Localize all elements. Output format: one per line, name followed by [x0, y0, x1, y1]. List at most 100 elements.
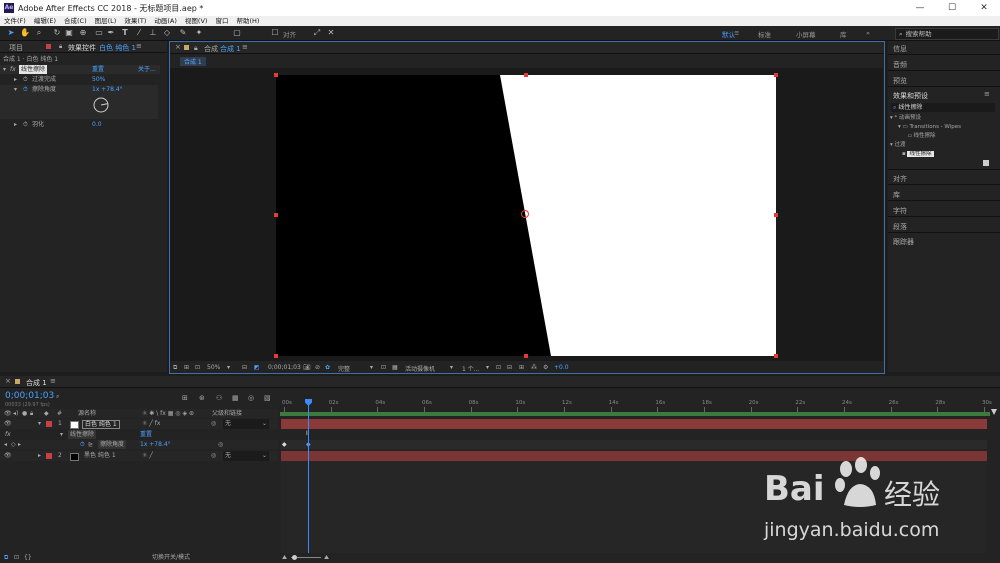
- expand-triangle-icon[interactable]: ▾: [38, 419, 41, 429]
- effect-name[interactable]: 线性擦除: [68, 430, 97, 439]
- roto-brush-tool-icon[interactable]: ✎: [178, 28, 188, 38]
- lock-icon[interactable]: 🔒︎: [59, 43, 62, 51]
- motion-blur-icon[interactable]: ◎: [248, 394, 254, 402]
- exposure-value[interactable]: +0.0: [554, 364, 569, 371]
- layer-handle[interactable]: [274, 73, 278, 77]
- panel-menu-icon[interactable]: ≡: [242, 43, 248, 51]
- effect-reset-link[interactable]: 重置: [92, 65, 104, 74]
- lock-icon[interactable]: 🔒︎: [30, 409, 33, 418]
- menu-edit[interactable]: 编辑(E): [30, 16, 60, 26]
- menu-animation[interactable]: 动画(A): [150, 16, 181, 26]
- graph-editor-icon[interactable]: ▧: [264, 394, 271, 402]
- menu-help[interactable]: 帮助(H): [232, 16, 263, 26]
- mask-visibility-icon[interactable]: ◩: [254, 364, 260, 371]
- vr-icon[interactable]: ⊡: [195, 364, 200, 371]
- guides-icon[interactable]: ⊞: [184, 364, 189, 371]
- clone-stamp-tool-icon[interactable]: ⊥: [148, 28, 158, 38]
- layer-switches-icon[interactable]: ⚛ ╱ fx: [142, 419, 160, 429]
- panel-menu-icon[interactable]: ≡: [50, 377, 56, 385]
- tree-item[interactable]: ▾ ▭ Transitions - Wipes: [898, 123, 961, 132]
- snap-edges-icon[interactable]: ⤢: [312, 28, 322, 38]
- comp-subtab[interactable]: 合成 1: [180, 57, 206, 66]
- eye-icon[interactable]: 👁︎: [4, 419, 12, 429]
- zoom-out-icon[interactable]: ⛰: [282, 553, 287, 563]
- close-tab-icon[interactable]: ×: [5, 377, 11, 385]
- tab-effect-controls[interactable]: 效果控件: [68, 43, 96, 53]
- expand-triangle-icon[interactable]: ▸: [38, 451, 41, 461]
- zoom-tool-icon[interactable]: ⌕: [34, 28, 44, 38]
- eraser-tool-icon[interactable]: ◇: [162, 28, 172, 38]
- pickwhip-icon[interactable]: ◎: [218, 440, 223, 449]
- label-color-chip[interactable]: [46, 421, 52, 427]
- camera-dropdown[interactable]: 活动摄像机: [405, 364, 435, 373]
- prop-row-angle[interactable]: ▾ ⏱ 擦除角度 1x +78.4°: [0, 85, 158, 119]
- effect-row[interactable]: fx ▾ 线性擦除 重置: [0, 430, 278, 439]
- panel-align[interactable]: 对齐: [893, 174, 907, 184]
- maximize-button[interactable]: ☐: [940, 2, 964, 14]
- menu-view[interactable]: 视图(V): [181, 16, 212, 26]
- rotate-tool-icon[interactable]: ↻: [52, 28, 62, 38]
- close-button[interactable]: ✕: [972, 2, 996, 14]
- zoom-in-icon[interactable]: ⛰: [324, 553, 329, 563]
- panel-info[interactable]: 信息: [893, 44, 907, 54]
- draft-3d-icon[interactable]: ⊛: [199, 394, 205, 402]
- timeline-search-icon[interactable]: ⌕: [56, 393, 70, 401]
- current-time-field[interactable]: 0;00;01;03: [268, 364, 301, 371]
- workspace-library[interactable]: 库: [840, 29, 847, 39]
- puppet-tool-icon[interactable]: ✦: [194, 28, 204, 38]
- tree-item[interactable]: ▫ 线性擦除: [908, 132, 936, 141]
- next-keyframe-icon[interactable]: ▸: [18, 440, 21, 449]
- shy-icon[interactable]: ⚇: [216, 394, 222, 402]
- label-icon[interactable]: ◆: [44, 409, 49, 418]
- prop-value[interactable]: 50%: [92, 75, 105, 84]
- close-tab-icon[interactable]: ×: [175, 43, 181, 51]
- pan-behind-tool-icon[interactable]: ⊕: [78, 28, 88, 38]
- layer-handle[interactable]: [774, 73, 778, 77]
- parent-link-header[interactable]: 父级和链接: [212, 409, 242, 418]
- pen-tool-icon[interactable]: ✒: [106, 28, 116, 38]
- menu-composition[interactable]: 合成(C): [60, 16, 91, 26]
- tree-item[interactable]: ▾ * 动画预设: [890, 114, 921, 123]
- layer-handle[interactable]: [524, 73, 528, 77]
- lock-icon[interactable]: 🔒︎: [194, 44, 198, 53]
- menu-window[interactable]: 窗口: [211, 16, 232, 26]
- property-name[interactable]: 擦除角度: [98, 440, 127, 449]
- fit-icon[interactable]: ⊟: [242, 364, 247, 371]
- resolution-dropdown[interactable]: 完整: [338, 364, 350, 373]
- new-preset-icon[interactable]: [983, 160, 989, 166]
- layer-1-duration-bar[interactable]: [281, 419, 987, 429]
- exposure-icon[interactable]: ⚙: [543, 364, 548, 371]
- views-dropdown[interactable]: 1 个...: [462, 364, 479, 373]
- comp-mini-flowchart-icon[interactable]: ⊞: [182, 394, 188, 402]
- snap-checkbox-icon[interactable]: ☐: [270, 28, 280, 38]
- add-keyframe-icon[interactable]: ◇: [11, 440, 16, 449]
- timeline-timecode[interactable]: 0;00;01;03: [5, 391, 54, 401]
- tab-composition[interactable]: 合成 1: [220, 44, 241, 54]
- stopwatch-icon[interactable]: ⏱: [23, 75, 28, 84]
- layer-handle[interactable]: [274, 213, 278, 217]
- layer-switches-icon[interactable]: ⚛ ╱: [142, 451, 153, 461]
- snapshot-icon[interactable]: 📷︎: [303, 364, 311, 371]
- work-area-bar[interactable]: [280, 412, 990, 416]
- expand-triangle-icon[interactable]: ▾: [3, 65, 6, 74]
- effect-name-label[interactable]: 线性擦除: [19, 65, 48, 74]
- solo-icon[interactable]: ●: [22, 409, 27, 418]
- prop-value[interactable]: 1x +78.4°: [92, 85, 123, 94]
- layer-handle[interactable]: [524, 354, 528, 358]
- timeline-icon[interactable]: ⊞: [519, 364, 524, 371]
- selection-tool-icon[interactable]: ➤: [6, 28, 16, 38]
- menu-file[interactable]: 文件(F): [0, 16, 30, 26]
- tree-item[interactable]: ▪ 线性擦除: [902, 150, 934, 159]
- playhead[interactable]: [308, 400, 309, 553]
- snap-features-icon[interactable]: ✕: [326, 28, 336, 38]
- layer-handle[interactable]: [774, 213, 778, 217]
- expand-triangle-icon[interactable]: ▸: [14, 120, 17, 129]
- effects-search-input[interactable]: ⌕ 线性擦除: [891, 103, 995, 112]
- transfer-controls-icon[interactable]: ⊡: [14, 553, 19, 563]
- prop-value[interactable]: 0.0: [92, 120, 102, 129]
- layer-handle[interactable]: [774, 354, 778, 358]
- panel-character[interactable]: 字符: [893, 206, 907, 216]
- property-value[interactable]: 1x +78.4°: [140, 440, 171, 449]
- effect-row[interactable]: ▾ fx 线性擦除 重置 关于...: [0, 65, 160, 74]
- label-color-chip[interactable]: [46, 453, 52, 459]
